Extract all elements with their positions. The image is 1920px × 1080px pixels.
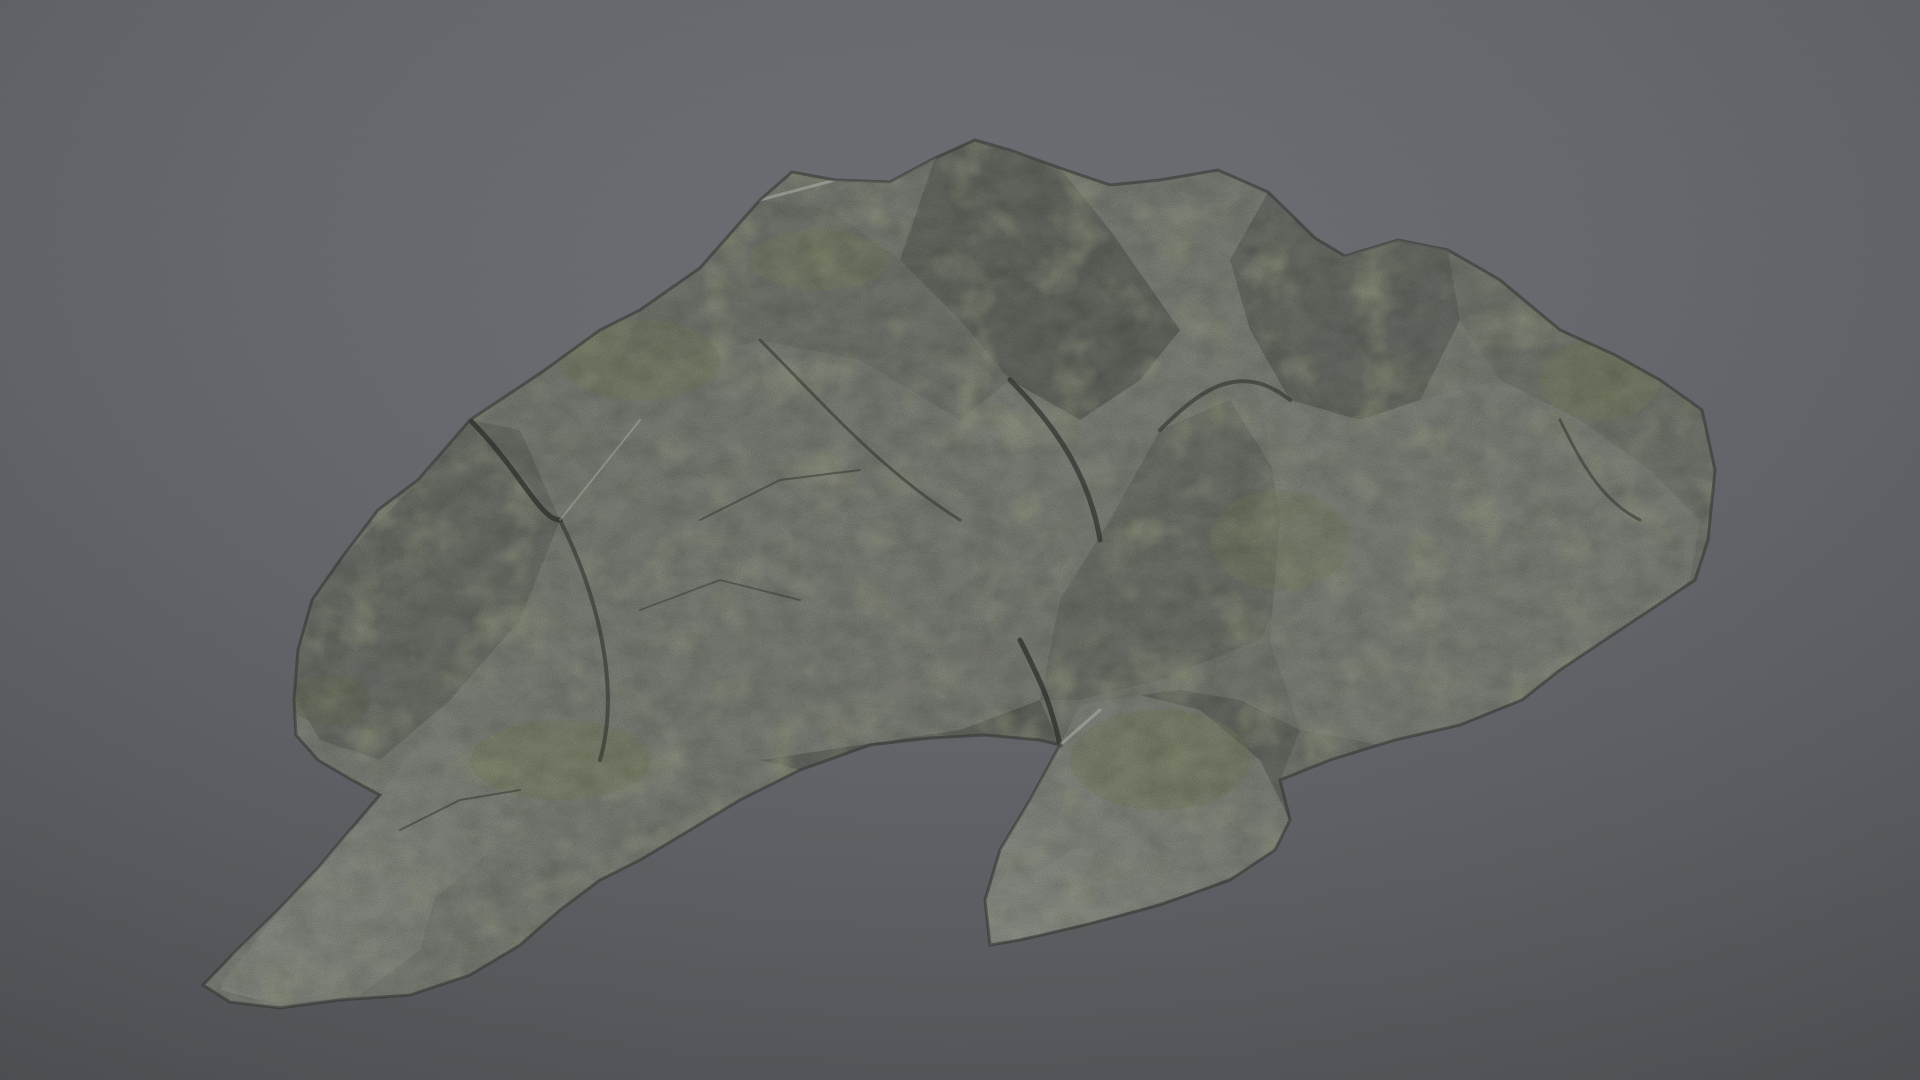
scene-canvas	[0, 0, 1920, 1080]
3d-viewport[interactable]	[0, 0, 1920, 1080]
